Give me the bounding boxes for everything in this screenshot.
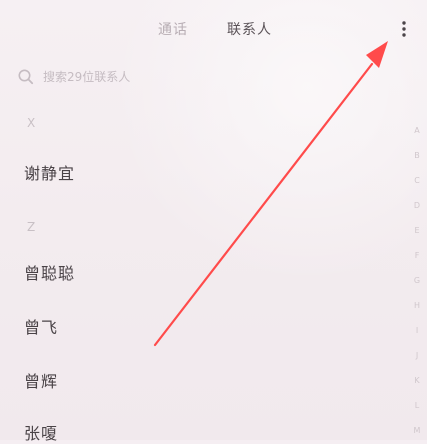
- contact-item[interactable]: 曾飞: [24, 314, 58, 338]
- index-letter[interactable]: I: [411, 326, 423, 336]
- contact-item[interactable]: 曾聪聪: [24, 260, 75, 284]
- index-letter[interactable]: F: [411, 251, 423, 261]
- index-letter[interactable]: D: [411, 201, 423, 211]
- index-letter[interactable]: K: [411, 376, 423, 386]
- search-row[interactable]: 搜索29位联系人: [17, 66, 387, 90]
- more-vertical-icon: [402, 21, 406, 37]
- search-icon: [18, 69, 34, 85]
- tab-calls[interactable]: 通话: [158, 18, 188, 42]
- index-letter[interactable]: H: [411, 301, 423, 311]
- index-letter[interactable]: M: [411, 426, 423, 436]
- top-tabs: 通话 联系人: [0, 18, 427, 42]
- contact-item[interactable]: 曾辉: [24, 368, 58, 392]
- contacts-screen: 通话 联系人 搜索29位联系人 X 谢静宜 Z 曾聪聪 曾飞 曾辉 张嗄 A B…: [0, 0, 427, 443]
- index-letter[interactable]: A: [411, 126, 423, 136]
- index-letter[interactable]: B: [411, 151, 423, 161]
- index-letter[interactable]: L: [411, 401, 423, 411]
- more-options-button[interactable]: [395, 17, 413, 41]
- alphabet-index[interactable]: A B C D E F G H I J K L M: [411, 126, 423, 440]
- search-input-placeholder[interactable]: 搜索29位联系人: [43, 66, 130, 88]
- contact-item[interactable]: 谢静宜: [24, 160, 75, 184]
- section-letter-z: Z: [27, 220, 37, 234]
- contact-item[interactable]: 张嗄: [24, 420, 58, 444]
- index-letter[interactable]: C: [411, 176, 423, 186]
- tab-contacts[interactable]: 联系人: [227, 18, 272, 42]
- index-letter[interactable]: E: [411, 226, 423, 236]
- index-letter[interactable]: J: [411, 351, 423, 361]
- section-letter-x: X: [27, 116, 37, 130]
- index-letter[interactable]: G: [411, 276, 423, 286]
